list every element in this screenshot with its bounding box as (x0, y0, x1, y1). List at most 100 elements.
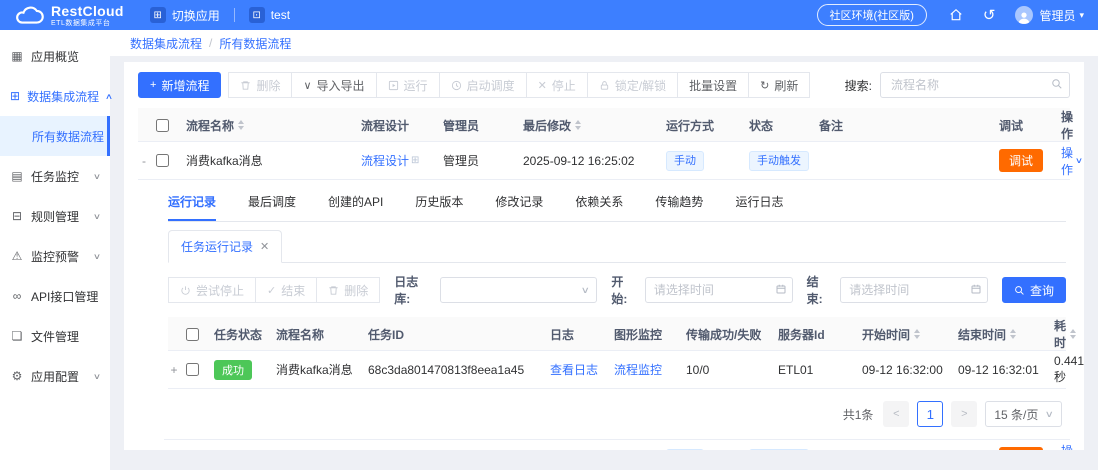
page-size-select[interactable]: 15 条/页 ∨ (985, 401, 1062, 427)
flow-design-link[interactable]: 流程设计 (361, 152, 409, 169)
try-stop-button[interactable]: 尝试停止 (168, 277, 256, 303)
sort-icon[interactable] (575, 120, 581, 130)
workspace-selector[interactable]: ⊡ test (249, 7, 290, 23)
delete-button[interactable]: 删除 (228, 72, 292, 98)
row-checkbox[interactable] (156, 154, 169, 167)
lock-unlock-button[interactable]: 锁定/解锁 (587, 72, 678, 98)
tab-last-schedule[interactable]: 最后调度 (248, 184, 296, 221)
flow-detail-panel: 运行记录 最后调度 创建的API 历史版本 修改记录 依赖关系 传输趋势 运行日… (164, 180, 1070, 440)
task-table-row: + 成功 消费kafka消息 68c3da801470813f8eea1a45 … (168, 351, 1066, 389)
task-total-count: 共1条 (843, 406, 874, 423)
tab-change-records[interactable]: 修改记录 (495, 184, 543, 221)
next-page-button[interactable]: > (951, 401, 977, 427)
start-time-input[interactable] (645, 277, 793, 303)
subtab-strip: 任务运行记录 ✕ (168, 230, 1066, 263)
detail-tabs: 运行记录 最后调度 创建的API 历史版本 修改记录 依赖关系 传输趋势 运行日… (168, 184, 1066, 222)
switch-app-button[interactable]: ⊞ 切换应用 (150, 7, 220, 24)
new-flow-button[interactable]: + 新增流程 (138, 72, 221, 98)
home-icon[interactable] (949, 8, 963, 22)
tab-dependencies[interactable]: 依赖关系 (575, 184, 623, 221)
run-mode-tag: 手动 (666, 449, 704, 451)
sort-icon[interactable] (238, 120, 244, 130)
workspace-label: test (271, 8, 290, 22)
sidebar-item-alert-monitor[interactable]: ⚠ 监控预警 ∨ (0, 236, 110, 276)
monitor-icon: ▤ (10, 169, 24, 183)
tab-run-logs[interactable]: 运行日志 (735, 184, 783, 221)
tab-created-api[interactable]: 创建的API (328, 184, 383, 221)
sidebar-item-app-overview[interactable]: ▦ 应用概览 (0, 36, 110, 76)
import-export-button[interactable]: ∨ 导入导出 (291, 72, 376, 98)
select-all-checkbox[interactable] (156, 119, 169, 132)
sort-icon[interactable] (1070, 329, 1076, 339)
sidebar-item-task-monitor[interactable]: ▤ 任务监控 ∨ (0, 156, 110, 196)
alert-icon: ⚠ (10, 249, 24, 263)
task-toolbar: 尝试停止 ✓ 结束 删除 日志库: ∨ 开始: (168, 273, 1066, 307)
search-icon[interactable] (1051, 78, 1063, 90)
overview-icon: ▦ (10, 49, 24, 63)
breadcrumb-level1[interactable]: 数据集成流程 (130, 35, 202, 52)
close-icon[interactable]: ✕ (260, 240, 269, 253)
task-row-checkbox[interactable] (186, 363, 199, 376)
brand-logo: RestCloud ETL数据集成平台 (14, 4, 124, 27)
sidebar-item-file-management[interactable]: ❏ 文件管理 (0, 316, 110, 356)
end-time-input[interactable] (840, 277, 988, 303)
play-icon (388, 80, 399, 91)
page-number-button[interactable]: 1 (917, 401, 943, 427)
collapse-row-toggle[interactable]: - (138, 154, 156, 168)
user-menu[interactable]: 管理员 ▾ (1039, 7, 1084, 24)
start-time: 09-12 16:32:00 (862, 363, 958, 377)
topbar-divider (234, 8, 235, 22)
avatar[interactable] (1015, 6, 1033, 24)
undo-icon[interactable]: ↺ (983, 8, 996, 23)
task-id: 68c3da801470813f8eea1a45 (368, 363, 550, 377)
flow-toolbar: + 新增流程 删除 ∨ 导入导出 运行 启动调度 (138, 72, 1070, 98)
calendar-icon (775, 283, 787, 295)
query-button[interactable]: 查询 (1002, 277, 1066, 303)
lock-icon (599, 80, 610, 91)
view-log-link[interactable]: 查看日志 (550, 361, 598, 378)
flow-monitor-link[interactable]: 流程监控 (614, 361, 662, 378)
task-table-header: 任务状态 流程名称 任务ID 日志 图形监控 传输成功/失败 服务器Id 开始时… (168, 317, 1066, 351)
subtab-task-run-records[interactable]: 任务运行记录 ✕ (168, 230, 282, 263)
flow-table-row: + 日志输出 流程设计⊞ 管理员 2025-08-26 09:31:16 手动 … (138, 440, 1070, 450)
log-db-select[interactable]: ∨ (440, 277, 598, 303)
log-db-label: 日志库: (394, 273, 433, 307)
chevron-down-icon: ∨ (1045, 409, 1054, 420)
sidebar-item-api-management[interactable]: ∞ API接口管理 (0, 276, 110, 316)
debug-button[interactable]: 调试 (999, 447, 1043, 450)
delete-task-button[interactable]: 删除 (316, 277, 380, 303)
sidebar-item-all-data-flows[interactable]: 所有数据流程 (0, 116, 110, 156)
top-bar: RestCloud ETL数据集成平台 ⊞ 切换应用 ⊡ test 社区环境(社… (0, 0, 1098, 30)
task-select-all-checkbox[interactable] (186, 328, 199, 341)
sidebar-item-data-integration[interactable]: ⊞ 数据集成流程 ∧ (0, 76, 110, 116)
breadcrumb-level2[interactable]: 所有数据流程 (219, 35, 291, 52)
refresh-button[interactable]: ↻ 刷新 (748, 72, 810, 98)
env-badge[interactable]: 社区环境(社区版) (817, 4, 927, 26)
status-tag: 手动触发 (749, 449, 809, 451)
sidebar-item-rule-management[interactable]: ⊟ 规则管理 ∨ (0, 196, 110, 236)
finish-button[interactable]: ✓ 结束 (255, 277, 317, 303)
expand-task-toggle[interactable]: + (168, 363, 186, 377)
tab-run-records[interactable]: 运行记录 (168, 184, 216, 221)
sidebar-item-app-config[interactable]: ⚙ 应用配置 ∨ (0, 356, 110, 396)
action-menu[interactable]: 操作∨ (1061, 442, 1082, 451)
trash-icon (240, 80, 251, 91)
stop-button[interactable]: ✕ 停止 (526, 72, 588, 98)
start-schedule-button[interactable]: 启动调度 (439, 72, 527, 98)
plus-icon: + (150, 79, 156, 91)
cloud-logo-icon (14, 5, 44, 25)
tab-history-versions[interactable]: 历史版本 (415, 184, 463, 221)
sort-icon[interactable] (914, 329, 920, 339)
integration-icon: ⊞ (10, 89, 20, 103)
batch-settings-button[interactable]: 批量设置 (677, 72, 749, 98)
grid-icon: ⊞ (150, 7, 166, 23)
prev-page-button[interactable]: < (883, 401, 909, 427)
search-input[interactable] (880, 72, 1070, 98)
run-button[interactable]: 运行 (376, 72, 440, 98)
sort-icon[interactable] (1010, 329, 1016, 339)
debug-button[interactable]: 调试 (999, 149, 1043, 172)
tab-transfer-trend[interactable]: 传输趋势 (655, 184, 703, 221)
action-menu[interactable]: 操作∨ (1061, 144, 1082, 178)
sidebar: ▦ 应用概览 ⊞ 数据集成流程 ∧ 所有数据流程 ▤ 任务监控 ∨ ⊟ 规则管理… (0, 30, 110, 470)
clock-icon (451, 80, 462, 91)
